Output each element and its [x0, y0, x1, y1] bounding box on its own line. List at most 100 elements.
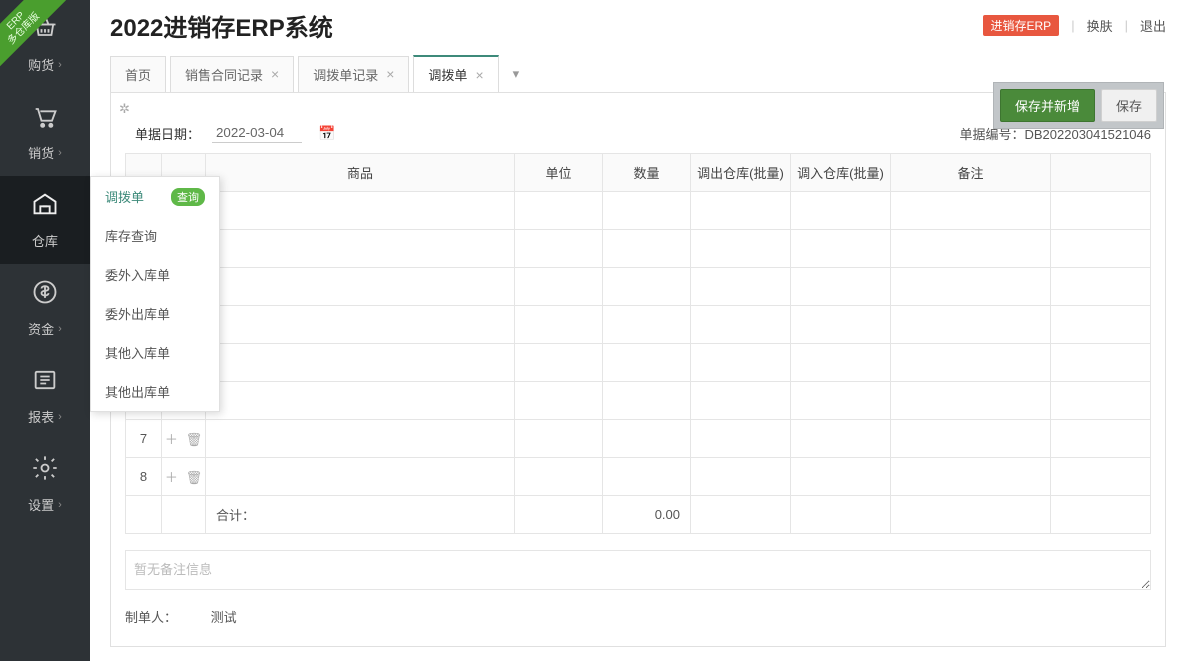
- tab-home[interactable]: 首页: [110, 56, 166, 92]
- cell-out-wh[interactable]: [691, 458, 791, 496]
- cell-qty[interactable]: [603, 420, 691, 458]
- sidebar-item-reports[interactable]: 报表›: [0, 352, 90, 440]
- delete-row-icon[interactable]: 🗑: [186, 432, 203, 447]
- cell-in-wh[interactable]: [791, 420, 891, 458]
- cell-spacer: [1051, 230, 1151, 268]
- cell-unit[interactable]: [515, 458, 603, 496]
- cell-in-wh[interactable]: [791, 382, 891, 420]
- cell-out-wh[interactable]: [691, 382, 791, 420]
- cell-in-wh[interactable]: [791, 344, 891, 382]
- cell-unit[interactable]: [515, 192, 603, 230]
- table-row[interactable]: 2 ＋ 🗑: [126, 230, 1151, 268]
- submenu-item-other-out[interactable]: 其他出库单: [91, 372, 219, 411]
- tab-transfer-order[interactable]: 调拨单×: [413, 55, 498, 92]
- tab-sales-contract[interactable]: 销售合同记录×: [170, 56, 294, 92]
- submenu-item-stock-query[interactable]: 库存查询: [91, 216, 219, 255]
- query-badge[interactable]: 查询: [171, 188, 205, 206]
- cell-remark[interactable]: [891, 230, 1051, 268]
- tab-transfer-records[interactable]: 调拨单记录×: [298, 56, 409, 92]
- submenu-item-outsource-in[interactable]: 委外入库单: [91, 255, 219, 294]
- cell-remark[interactable]: [891, 420, 1051, 458]
- cell-remark[interactable]: [891, 306, 1051, 344]
- cell-unit[interactable]: [515, 344, 603, 382]
- table-row[interactable]: 1 ＋ 🗑: [126, 192, 1151, 230]
- cell-unit[interactable]: [515, 306, 603, 344]
- table-row[interactable]: 7 ＋ 🗑: [126, 420, 1151, 458]
- cell-qty[interactable]: [603, 344, 691, 382]
- submenu-item-transfer[interactable]: 调拨单 查询: [91, 177, 219, 216]
- add-row-icon[interactable]: ＋: [165, 432, 178, 447]
- cell-remark[interactable]: [891, 192, 1051, 230]
- cell-product[interactable]: [206, 420, 515, 458]
- cell-in-wh[interactable]: [791, 192, 891, 230]
- main-area: 2022进销存ERP系统 进销存ERP | 换肤 | 退出 保存并新增 保存 首…: [90, 0, 1186, 661]
- erp-badge[interactable]: 进销存ERP: [983, 15, 1060, 36]
- sidebar-item-finance[interactable]: 资金›: [0, 264, 90, 352]
- cell-out-wh[interactable]: [691, 268, 791, 306]
- cell-product[interactable]: [206, 230, 515, 268]
- remarks-textarea[interactable]: [125, 550, 1151, 590]
- cell-unit[interactable]: [515, 382, 603, 420]
- sidebar-label: 设置: [28, 495, 54, 514]
- calendar-icon[interactable]: 📅: [318, 125, 335, 142]
- th-out-warehouse[interactable]: 调出仓库(批量): [691, 154, 791, 192]
- submenu-label: 库存查询: [105, 226, 157, 245]
- table-row[interactable]: 5 ＋ 🗑: [126, 344, 1151, 382]
- submenu-item-other-in[interactable]: 其他入库单: [91, 333, 219, 372]
- cell-in-wh[interactable]: [791, 306, 891, 344]
- cell-qty[interactable]: [603, 306, 691, 344]
- change-skin-link[interactable]: 换肤: [1087, 16, 1113, 35]
- cell-unit[interactable]: [515, 230, 603, 268]
- cell-in-wh[interactable]: [791, 458, 891, 496]
- cell-remark[interactable]: [891, 344, 1051, 382]
- cell-qty[interactable]: [603, 192, 691, 230]
- close-icon[interactable]: ×: [475, 67, 483, 83]
- submenu-label: 委外入库单: [105, 265, 170, 284]
- cell-out-wh[interactable]: [691, 420, 791, 458]
- cell-product[interactable]: [206, 306, 515, 344]
- cell-qty[interactable]: [603, 458, 691, 496]
- sidebar-item-sales[interactable]: 销货›: [0, 88, 90, 176]
- date-input[interactable]: [212, 123, 302, 143]
- separator: |: [1125, 18, 1128, 33]
- add-row-icon[interactable]: ＋: [165, 470, 178, 485]
- table-row[interactable]: 4 ＋ 🗑: [126, 306, 1151, 344]
- submenu-item-outsource-out[interactable]: 委外出库单: [91, 294, 219, 333]
- cell-product[interactable]: [206, 268, 515, 306]
- table-row[interactable]: 3 ＋ 🗑: [126, 268, 1151, 306]
- cell-product[interactable]: [206, 382, 515, 420]
- cell-product[interactable]: [206, 458, 515, 496]
- close-icon[interactable]: ×: [386, 66, 394, 82]
- sidebar-item-warehouse[interactable]: 仓库: [0, 176, 90, 264]
- table-row[interactable]: 8 ＋ 🗑: [126, 458, 1151, 496]
- cell-out-wh[interactable]: [691, 344, 791, 382]
- th-unit: 单位: [515, 154, 603, 192]
- cell-remark[interactable]: [891, 458, 1051, 496]
- cell-out-wh[interactable]: [691, 306, 791, 344]
- cell-remark[interactable]: [891, 382, 1051, 420]
- panel-settings-icon[interactable]: ✲: [119, 101, 130, 117]
- close-icon[interactable]: ×: [271, 66, 279, 82]
- cell-product[interactable]: [206, 192, 515, 230]
- chevron-right-icon: ›: [58, 147, 62, 159]
- sidebar-item-settings[interactable]: 设置›: [0, 440, 90, 528]
- cell-unit[interactable]: [515, 420, 603, 458]
- cell-out-wh[interactable]: [691, 230, 791, 268]
- tab-add-button[interactable]: ▾: [503, 60, 530, 88]
- cell-qty[interactable]: [603, 230, 691, 268]
- cell-remark[interactable]: [891, 268, 1051, 306]
- cell-out-wh[interactable]: [691, 192, 791, 230]
- cell-qty[interactable]: [603, 268, 691, 306]
- total-label: 合计：: [206, 496, 515, 534]
- save-and-new-button[interactable]: 保存并新增: [1000, 89, 1095, 122]
- table-row[interactable]: 6 ＋ 🗑: [126, 382, 1151, 420]
- logout-link[interactable]: 退出: [1140, 16, 1166, 35]
- cell-in-wh[interactable]: [791, 230, 891, 268]
- cell-product[interactable]: [206, 344, 515, 382]
- save-button[interactable]: 保存: [1101, 89, 1157, 122]
- cell-qty[interactable]: [603, 382, 691, 420]
- cell-in-wh[interactable]: [791, 268, 891, 306]
- delete-row-icon[interactable]: 🗑: [186, 470, 203, 485]
- th-in-warehouse[interactable]: 调入仓库(批量): [791, 154, 891, 192]
- cell-unit[interactable]: [515, 268, 603, 306]
